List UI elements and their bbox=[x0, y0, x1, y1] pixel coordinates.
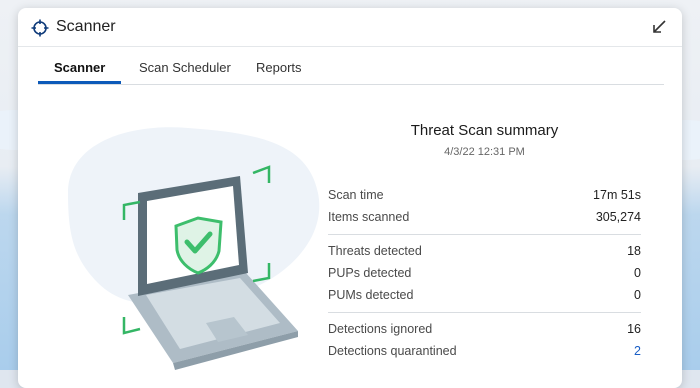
summary-row-scan-time: Scan time 17m 51s bbox=[328, 188, 641, 208]
summary-title: Threat Scan summary bbox=[410, 122, 559, 139]
tab-reports[interactable]: Reports bbox=[256, 60, 302, 75]
summary-row-threats-detected: Threats detected 18 bbox=[328, 244, 641, 264]
row-value: 305,274 bbox=[595, 210, 641, 224]
row-label: Detections ignored bbox=[328, 322, 433, 336]
row-label: Scan time bbox=[328, 188, 384, 202]
tab-scan-scheduler[interactable]: Scan Scheduler bbox=[139, 60, 231, 75]
row-value: 0 bbox=[634, 288, 641, 302]
row-label: Threats detected bbox=[328, 244, 422, 258]
quarantined-count-link[interactable]: 2 bbox=[634, 344, 641, 358]
summary-row-pums-detected: PUMs detected 0 bbox=[328, 288, 641, 308]
restore-arrow-icon[interactable] bbox=[650, 18, 668, 36]
row-value: 17m 51s bbox=[593, 188, 641, 202]
title-bar: Scanner bbox=[18, 8, 682, 48]
row-label: Items scanned bbox=[328, 210, 410, 224]
title-divider bbox=[18, 46, 682, 47]
crosshair-icon bbox=[31, 19, 49, 37]
window-title: Scanner bbox=[56, 18, 116, 35]
summary-date: 4/3/22 12:31 PM bbox=[444, 146, 525, 158]
row-value: 0 bbox=[634, 266, 641, 280]
row-value: 18 bbox=[627, 244, 641, 258]
summary-row-items-scanned: Items scanned 305,274 bbox=[328, 210, 641, 230]
summary-divider bbox=[328, 234, 641, 235]
row-label: PUPs detected bbox=[328, 266, 412, 280]
row-label: PUMs detected bbox=[328, 288, 414, 302]
summary-divider bbox=[328, 312, 641, 313]
active-tab-indicator bbox=[38, 81, 121, 84]
summary-row-detections-quarantined: Detections quarantined 2 bbox=[328, 344, 641, 364]
scanner-window: Scanner Scanner Scan Scheduler Reports T… bbox=[18, 8, 682, 388]
row-value: 16 bbox=[627, 322, 641, 336]
laptop-shield-check-icon bbox=[68, 127, 320, 370]
summary-row-detections-ignored: Detections ignored 16 bbox=[328, 322, 641, 342]
summary-row-pups-detected: PUPs detected 0 bbox=[328, 266, 641, 286]
tab-scanner[interactable]: Scanner bbox=[54, 60, 105, 75]
row-label: Detections quarantined bbox=[328, 344, 457, 358]
tab-bar: Scanner Scan Scheduler Reports bbox=[38, 48, 664, 85]
